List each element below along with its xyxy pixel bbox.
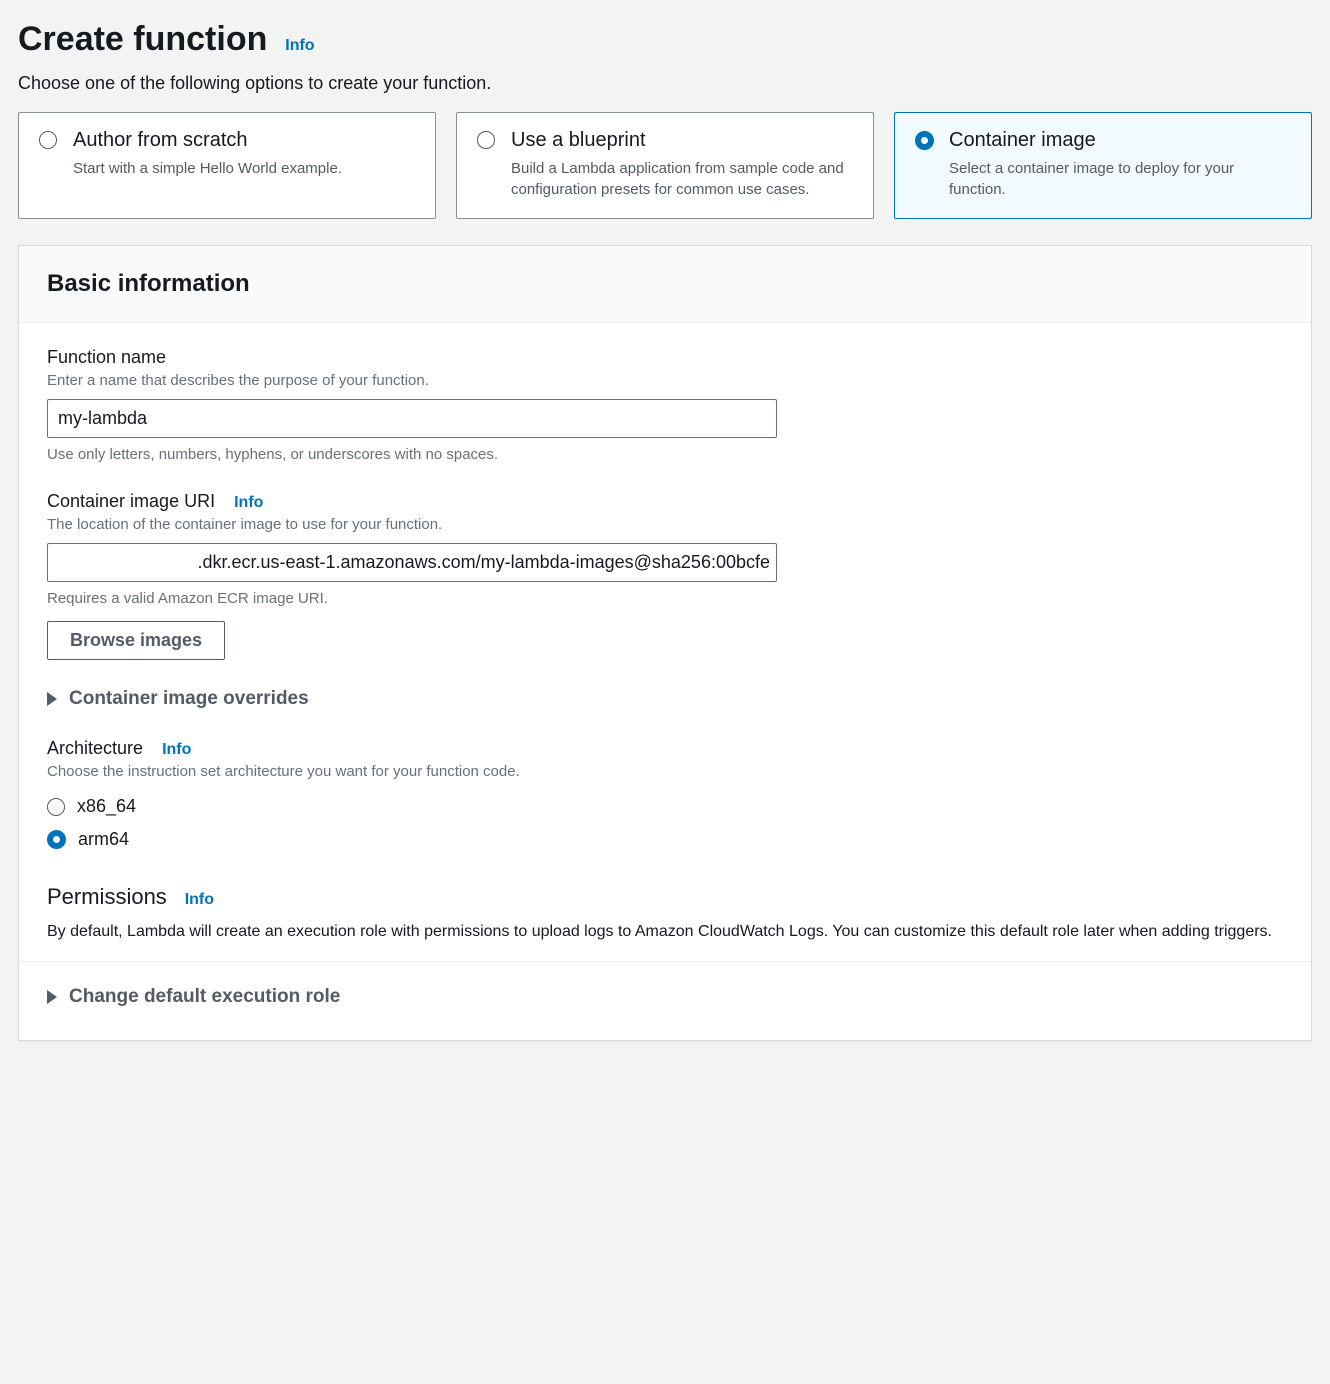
architecture-radio-group: x86_64 arm64 (47, 790, 1283, 856)
page-title: Create function (18, 20, 267, 59)
section-title: Basic information (47, 270, 1283, 298)
container-uri-help: Requires a valid Amazon ECR image URI. (47, 590, 1283, 607)
container-overrides-title: Container image overrides (69, 688, 309, 710)
info-link-permissions[interactable]: Info (185, 891, 214, 908)
container-uri-desc: The location of the container image to u… (47, 516, 1283, 533)
permissions-title: Permissions (47, 884, 167, 910)
option-desc: Select a container image to deploy for y… (949, 158, 1291, 200)
architecture-label: Architecture Info (47, 738, 1283, 759)
radio-icon (477, 131, 495, 149)
architecture-option-x86-64[interactable]: x86_64 (47, 790, 1283, 823)
option-title: Author from scratch (73, 129, 415, 152)
radio-icon (915, 131, 934, 150)
container-uri-label-text: Container image URI (47, 491, 215, 511)
change-execution-role-toggle[interactable]: Change default execution role (47, 986, 1283, 1008)
info-link-header[interactable]: Info (285, 37, 314, 54)
basic-information-panel: Basic information Function name Enter a … (18, 245, 1312, 1041)
architecture-field: Architecture Info Choose the instruction… (47, 738, 1283, 856)
divider (19, 961, 1311, 962)
info-link-architecture[interactable]: Info (162, 741, 191, 758)
radio-icon (47, 830, 66, 849)
function-name-field: Function name Enter a name that describe… (47, 347, 1283, 463)
option-desc: Build a Lambda application from sample c… (511, 158, 853, 200)
caret-right-icon (47, 692, 57, 706)
radio-icon (47, 798, 65, 816)
page-subtitle: Choose one of the following options to c… (18, 73, 1312, 94)
info-link-container-uri[interactable]: Info (234, 494, 263, 511)
option-author-from-scratch[interactable]: Author from scratch Start with a simple … (18, 112, 436, 219)
option-container-image[interactable]: Container image Select a container image… (894, 112, 1312, 219)
option-use-blueprint[interactable]: Use a blueprint Build a Lambda applicati… (456, 112, 874, 219)
permissions-desc: By default, Lambda will create an execut… (47, 920, 1283, 943)
creation-options: Author from scratch Start with a simple … (18, 112, 1312, 219)
function-name-desc: Enter a name that describes the purpose … (47, 372, 1283, 389)
option-title: Use a blueprint (511, 129, 853, 152)
browse-images-button[interactable]: Browse images (47, 621, 225, 660)
option-title: Container image (949, 129, 1291, 152)
radio-icon (39, 131, 57, 149)
page-header: Create function Info Choose one of the f… (18, 20, 1312, 94)
function-name-input[interactable] (47, 399, 777, 438)
option-desc: Start with a simple Hello World example. (73, 158, 415, 179)
caret-right-icon (47, 990, 57, 1004)
architecture-label-text: Architecture (47, 738, 143, 758)
architecture-option-arm64[interactable]: arm64 (47, 823, 1283, 856)
radio-label: arm64 (78, 829, 129, 850)
container-uri-label: Container image URI Info (47, 491, 1283, 512)
change-role-title: Change default execution role (69, 986, 340, 1008)
container-uri-input[interactable] (47, 543, 777, 582)
container-uri-field: Container image URI Info The location of… (47, 491, 1283, 660)
container-image-overrides-toggle[interactable]: Container image overrides (47, 688, 1283, 710)
architecture-desc: Choose the instruction set architecture … (47, 763, 1283, 780)
panel-header: Basic information (19, 246, 1311, 323)
function-name-label: Function name (47, 347, 1283, 368)
radio-label: x86_64 (77, 796, 136, 817)
permissions-field: Permissions Info By default, Lambda will… (47, 884, 1283, 943)
function-name-help: Use only letters, numbers, hyphens, or u… (47, 446, 1283, 463)
